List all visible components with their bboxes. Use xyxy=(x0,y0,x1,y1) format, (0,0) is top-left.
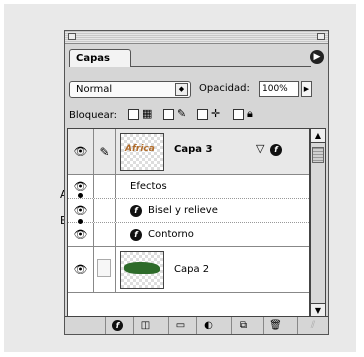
select-arrows-icon: ◆ xyxy=(175,83,188,96)
brush-empty-slot xyxy=(97,259,111,277)
layers-panel: Capas ▶ Normal ◆ Opacidad: 100% ▶ Bloque… xyxy=(64,30,329,335)
tab-divider xyxy=(131,66,311,67)
opacity-slider-button[interactable]: ▶ xyxy=(301,81,312,97)
grass-thumbnail-shape xyxy=(124,262,160,274)
thumbnail-text: Africa xyxy=(125,144,155,154)
panel-titlebar[interactable] xyxy=(65,31,328,44)
panel-menu-icon[interactable]: ▶ xyxy=(310,50,324,64)
link-cell[interactable] xyxy=(94,247,116,292)
add-style-button[interactable]: f xyxy=(105,317,129,334)
new-layer-button[interactable]: ⧉ xyxy=(231,317,255,334)
scroll-thumb[interactable] xyxy=(312,147,324,163)
lock-all-checkbox[interactable] xyxy=(233,109,244,120)
lock-transparency-checkbox[interactable] xyxy=(128,109,139,120)
effect-name: Contorno xyxy=(148,229,194,240)
tab-layers[interactable]: Capas xyxy=(69,49,131,67)
layer-row-capa-3[interactable]: 👁︎ ✎ Africa Capa 3 ▽ f xyxy=(68,129,309,175)
brush-icon[interactable]: ✎ xyxy=(94,129,116,174)
lock-image-checkbox[interactable] xyxy=(163,109,174,120)
link-cell xyxy=(94,175,116,198)
scroll-down-icon[interactable]: ▼ xyxy=(311,303,325,317)
link-cell xyxy=(94,199,116,222)
effect-item-contour[interactable]: 👁︎ f Contorno xyxy=(68,223,309,247)
add-mask-button[interactable]: ◫ xyxy=(133,317,157,334)
effect-name: Bisel y relieve xyxy=(148,205,218,216)
fx-icon: f xyxy=(270,144,282,156)
expand-triangle-icon[interactable]: ▽ xyxy=(256,142,264,155)
lock-position-checkbox[interactable] xyxy=(197,109,208,120)
fx-icon: f xyxy=(112,320,123,331)
fx-icon: f xyxy=(130,229,142,241)
layer-thumbnail xyxy=(120,251,164,289)
close-box[interactable] xyxy=(68,33,76,40)
lock-icon: 🔒︎ xyxy=(247,107,253,120)
eye-icon[interactable]: 👁︎ xyxy=(68,129,94,174)
lock-label: Bloquear: xyxy=(69,110,118,121)
move-icon: ✛ xyxy=(211,107,221,120)
layer-name: Capa 3 xyxy=(174,144,213,155)
layer-thumbnail: Africa xyxy=(120,133,164,171)
eye-icon[interactable]: 👁︎ xyxy=(68,223,94,246)
layer-name: Capa 2 xyxy=(174,264,210,275)
brush-lock-icon: ✎ xyxy=(177,107,187,120)
callout-a-dot xyxy=(78,193,83,198)
link-cell xyxy=(94,223,116,246)
layers-scrollbar[interactable]: ▲ ▼ xyxy=(310,128,326,318)
opacity-input[interactable]: 100% xyxy=(259,81,299,97)
new-set-button[interactable]: ▭ xyxy=(168,317,192,334)
layer-row-capa-2[interactable]: 👁︎ Capa 2 xyxy=(68,247,309,293)
callout-b-dot xyxy=(78,219,83,224)
effects-row[interactable]: 👁︎ Efectos xyxy=(68,175,309,199)
fx-icon: f xyxy=(130,205,142,217)
zoom-box[interactable] xyxy=(317,33,325,40)
effects-label: Efectos xyxy=(130,181,167,192)
transparency-icon: ▦ xyxy=(142,107,153,120)
adjustment-layer-button[interactable]: ◐ xyxy=(196,317,220,334)
trash-icon[interactable]: 🗑︎ xyxy=(263,317,287,334)
layers-list: 👁︎ ✎ Africa Capa 3 ▽ f 👁︎ Efectos 👁︎ f B… xyxy=(67,128,310,318)
blend-mode-select[interactable]: Normal ◆ xyxy=(69,81,191,98)
eye-icon[interactable]: 👁︎ xyxy=(68,247,94,292)
blend-mode-value: Normal xyxy=(76,84,113,95)
effect-item-bevel[interactable]: 👁︎ f Bisel y relieve xyxy=(68,199,309,223)
resize-grip-icon[interactable]: ⫽ xyxy=(297,317,328,334)
panel-footer: f ◫ ▭ ◐ ⧉ 🗑︎ ⫽ xyxy=(65,316,328,334)
opacity-label: Opacidad: xyxy=(199,83,250,94)
scroll-up-icon[interactable]: ▲ xyxy=(311,129,325,143)
